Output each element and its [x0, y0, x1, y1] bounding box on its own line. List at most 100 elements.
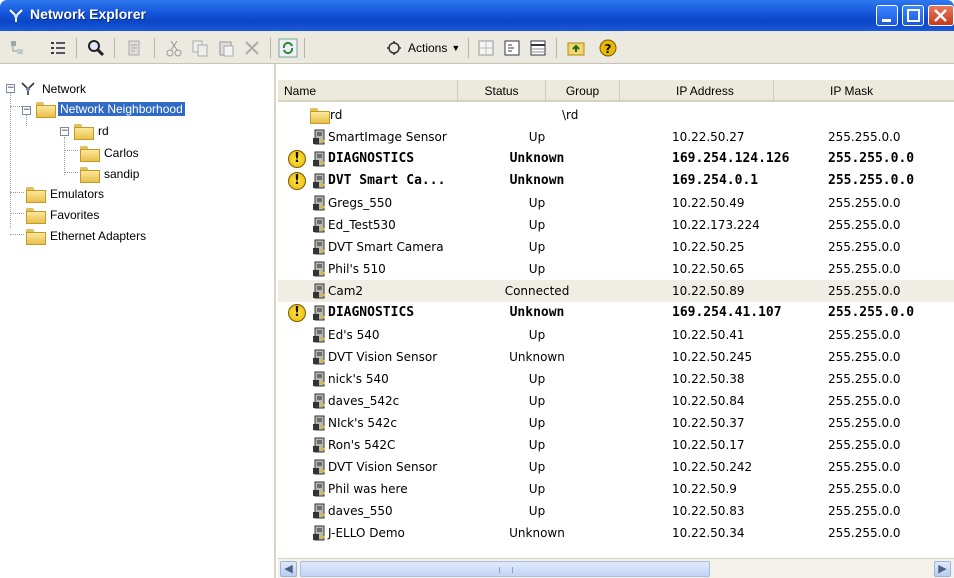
tree-label-emulators: Emulators	[50, 187, 105, 201]
table-row[interactable]: SmartImage Sensor Up 10.22.50.27 255.255.0.…	[278, 126, 954, 148]
cell-ip-address: 10.22.173.224	[672, 218, 760, 232]
table-row[interactable]: NIck's 542c Up 10.22.50.37 255.255.0.0	[278, 412, 954, 434]
table-row[interactable]: rd \rd	[278, 104, 954, 126]
table-row[interactable]: Gregs_550 Up 10.22.50.49 255.255.0.0	[278, 192, 954, 214]
details-view-icon[interactable]	[48, 38, 68, 58]
cut-icon[interactable]	[164, 38, 184, 58]
expand-rd-toggle[interactable]: −	[60, 127, 69, 136]
cell-ip-mask: 255.255.0.0	[828, 482, 901, 496]
cell-ip-address: 10.22.50.37	[672, 416, 745, 430]
scroll-right-button[interactable]: ▶	[934, 561, 951, 577]
table-row[interactable]: Phil's 510 Up 10.22.50.65 255.255.0.0	[278, 258, 954, 280]
help-icon[interactable]: ?	[598, 38, 618, 58]
table-row[interactable]: daves_550 Up 10.22.50.83 255.255.0.0	[278, 500, 954, 522]
table-row[interactable]: Phil was here Up 10.22.50.9 255.255.0.0	[278, 478, 954, 500]
scroll-left-button[interactable]: ◀	[280, 561, 297, 577]
cell-ip-mask: 255.255.0.0	[828, 504, 901, 518]
cell-ip-address: 10.22.50.25	[672, 240, 745, 254]
folder-icon	[80, 167, 100, 183]
tree-item-ethernet-adapters[interactable]: Ethernet Adapters	[26, 227, 148, 245]
cell-ip-mask: 255.255.0.0	[828, 173, 915, 188]
scroll-thumb[interactable]	[300, 561, 710, 577]
paste-icon[interactable]	[216, 38, 236, 58]
folder-up-icon[interactable]	[566, 38, 586, 58]
window-title: Network Explorer	[30, 6, 146, 22]
network-icon	[21, 82, 35, 95]
cell-group	[562, 302, 622, 324]
tree-label-network-neighborhood: Network Neighborhood	[58, 102, 185, 116]
expand-network-toggle[interactable]: −	[6, 84, 15, 93]
report-view-icon[interactable]	[528, 38, 548, 58]
table-row[interactable]: DVT Smart Camera Up 10.22.50.25 255.255.0.0	[278, 236, 954, 258]
tree-item-carlos[interactable]: Carlos	[80, 144, 141, 162]
tree-view-icon[interactable]	[8, 38, 28, 58]
table-row[interactable]: Cam2 Connected 10.22.50.89 255.255.0.0	[278, 280, 954, 302]
search-icon[interactable]	[86, 38, 106, 58]
table-row[interactable]: DVT Vision Sensor Up 10.22.50.242 255.255.0…	[278, 456, 954, 478]
table-row[interactable]: ! DVT Smart Ca... Unknown 169.254.0.1 255.25…	[278, 170, 954, 192]
cell-group	[562, 346, 622, 368]
tree-label-rd: rd	[98, 124, 109, 138]
close-icon	[934, 9, 947, 22]
table-row[interactable]: nick's 540 Up 10.22.50.38 255.255.0.0	[278, 368, 954, 390]
expand-neighborhood-toggle[interactable]: −	[22, 106, 31, 115]
table-row[interactable]: daves_542c Up 10.22.50.84 255.255.0.0	[278, 390, 954, 412]
cell-group	[562, 478, 622, 500]
tree-label-network: Network	[42, 82, 87, 96]
folder-icon	[80, 146, 100, 162]
cell-group	[562, 500, 622, 522]
maximize-button[interactable]	[902, 5, 924, 26]
cell-group	[562, 258, 622, 280]
cell-name: Gregs_550	[328, 196, 393, 210]
cell-ip-address: 10.22.50.65	[672, 262, 745, 276]
list-view-icon[interactable]	[502, 38, 522, 58]
cell-name: J-ELLO Demo	[328, 526, 405, 540]
tree-label-favorites: Favorites	[50, 208, 100, 222]
cell-group	[562, 324, 622, 346]
cell-ip-address: 10.22.50.9	[672, 482, 737, 496]
large-icons-view-icon[interactable]	[476, 38, 496, 58]
table-row[interactable]: Ed_Test530 Up 10.22.173.224 255.255.0.0	[278, 214, 954, 236]
close-button[interactable]	[928, 5, 954, 26]
cell-name: SmartImage Sensor	[328, 130, 447, 144]
column-header-status[interactable]: Status	[458, 80, 546, 102]
table-row[interactable]: Ron's 542C Up 10.22.50.17 255.255.0.0	[278, 434, 954, 456]
copy-icon[interactable]	[190, 38, 210, 58]
delete-icon[interactable]	[242, 38, 262, 58]
cell-ip-mask: 255.255.0.0	[828, 262, 901, 276]
tree-item-emulators[interactable]: Emulators	[26, 185, 106, 203]
tree-item-network-neighborhood[interactable]: Network Neighborhood	[36, 100, 185, 118]
actions-menu[interactable]: Actions ▼	[382, 37, 464, 59]
cell-ip-address: 10.22.50.27	[672, 130, 745, 144]
cell-group	[562, 148, 622, 170]
tree-item-rd[interactable]: rd	[74, 122, 111, 140]
properties-icon[interactable]	[124, 38, 144, 58]
column-header-group[interactable]: Group	[546, 80, 620, 102]
tree-item-favorites[interactable]: Favorites	[26, 206, 101, 224]
refresh-icon[interactable]	[278, 38, 298, 58]
cell-ip-mask: 255.255.0.0	[828, 305, 915, 320]
folder-icon	[26, 208, 46, 224]
table-row[interactable]: Ed's 540 Up 10.22.50.41 255.255.0.0	[278, 324, 954, 346]
chevron-right-icon: ▶	[938, 562, 947, 575]
cell-name: DIAGNOSTICS	[328, 305, 415, 320]
column-header-ip-mask[interactable]: IP Mask	[774, 80, 954, 102]
toolbar: Actions ▼ ?	[0, 31, 954, 64]
minimize-button[interactable]	[876, 5, 898, 26]
cell-group	[562, 280, 622, 302]
table-row[interactable]: ! DIAGNOSTICS Unknown 169.254.124.126 255.25…	[278, 148, 954, 170]
cell-ip-address	[672, 104, 822, 126]
column-header-name[interactable]: Name	[278, 80, 458, 102]
cell-group	[562, 368, 622, 390]
cell-name: nick's 540	[328, 372, 389, 386]
horizontal-scrollbar[interactable]: ◀ ▶	[278, 558, 954, 578]
chevron-left-icon: ◀	[284, 562, 293, 575]
actions-label: Actions	[408, 41, 448, 55]
table-row[interactable]: DVT Vision Sensor Unknown 10.22.50.245 255.…	[278, 346, 954, 368]
tree-item-sandip[interactable]: sandip	[80, 165, 141, 183]
cell-ip-mask: 255.255.0.0	[828, 328, 901, 342]
tree-item-network[interactable]: Network	[20, 80, 88, 98]
column-header-ip-address[interactable]: IP Address	[620, 80, 774, 102]
table-row[interactable]: ! DIAGNOSTICS Unknown 169.254.41.107 255.255…	[278, 302, 954, 324]
table-row[interactable]: J-ELLO Demo Unknown 10.22.50.34 255.255.0.0	[278, 522, 954, 544]
